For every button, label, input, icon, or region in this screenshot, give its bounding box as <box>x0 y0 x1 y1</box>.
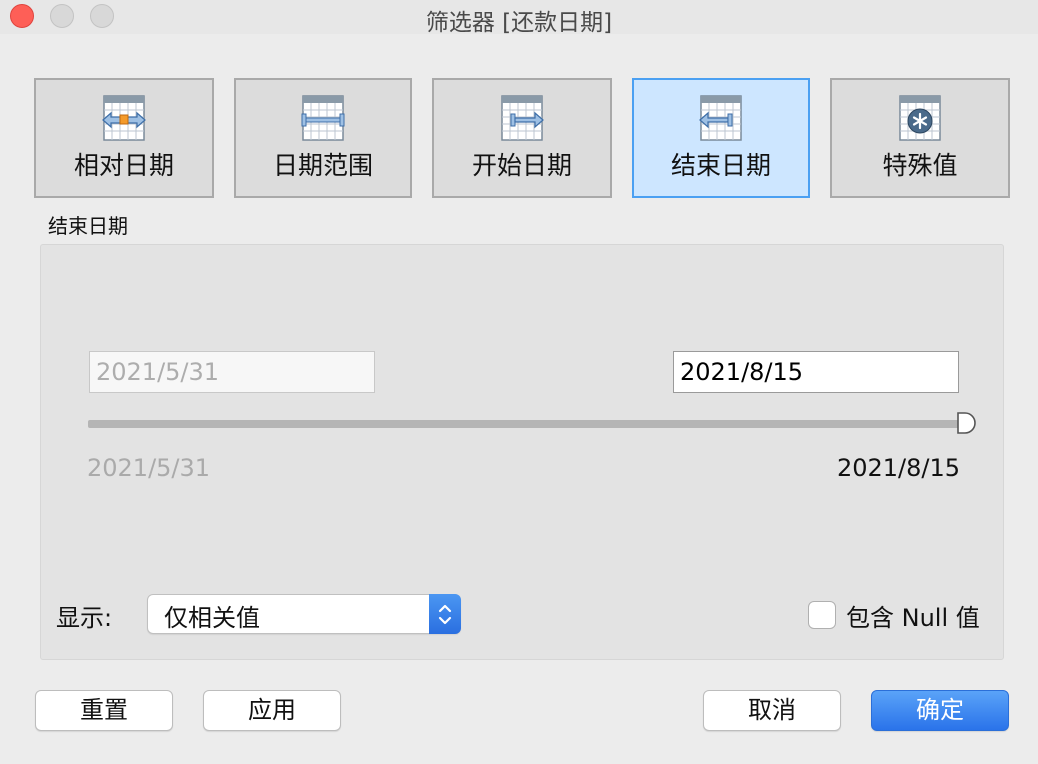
date-range-icon <box>301 95 345 141</box>
include-null-checkbox[interactable] <box>808 601 836 629</box>
mode-label: 特殊值 <box>882 151 958 180</box>
end-date-input[interactable] <box>673 351 959 393</box>
start-date-input <box>89 351 375 393</box>
end-date-icon <box>699 95 742 141</box>
slider-end-handle[interactable] <box>957 412 977 434</box>
range-min-label: 2021/5/31 <box>87 454 211 482</box>
date-range-slider[interactable] <box>88 420 966 428</box>
show-label: 显示: <box>56 604 113 632</box>
show-dropdown-value: 仅相关值 <box>164 604 260 632</box>
mode-date-range-button[interactable]: 日期范围 <box>234 78 412 198</box>
mode-label: 相对日期 <box>73 151 174 180</box>
mode-end-date-button[interactable]: 结束日期 <box>632 78 810 198</box>
mode-relative-date-button[interactable]: 相对日期 <box>34 78 214 198</box>
section-title: 结束日期 <box>48 214 128 238</box>
mode-label: 结束日期 <box>670 151 771 180</box>
relative-date-icon <box>102 95 146 141</box>
mode-special-value-button[interactable]: 特殊值 <box>830 78 1010 198</box>
start-date-icon <box>501 95 544 141</box>
title-bar: 筛选器 [还款日期] <box>0 0 1038 36</box>
mode-start-date-button[interactable]: 开始日期 <box>432 78 612 198</box>
chevron-up-down-icon <box>438 604 452 625</box>
apply-button[interactable]: 应用 <box>203 690 341 731</box>
special-value-icon <box>899 95 941 141</box>
ok-button[interactable]: 确定 <box>871 690 1009 731</box>
reset-button[interactable]: 重置 <box>35 690 173 731</box>
dropdown-arrow[interactable] <box>429 594 461 634</box>
cancel-button[interactable]: 取消 <box>703 690 841 731</box>
window-title: 筛选器 [还款日期] <box>425 10 613 36</box>
show-dropdown[interactable]: 仅相关值 <box>147 594 461 634</box>
mode-label: 开始日期 <box>471 151 572 180</box>
include-null-label: 包含 Null 值 <box>846 604 980 632</box>
mode-label: 日期范围 <box>272 151 373 180</box>
range-max-label: 2021/8/15 <box>836 454 960 482</box>
